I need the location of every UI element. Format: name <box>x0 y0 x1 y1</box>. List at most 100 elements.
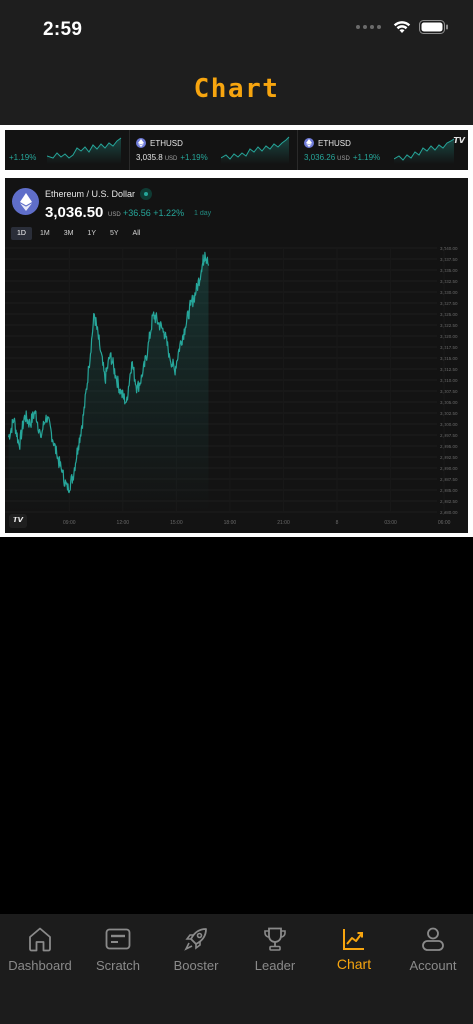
nav-item-account[interactable]: Account <box>394 914 472 984</box>
x-tick-label: 06:00 <box>438 520 451 526</box>
ticker-change: +1.19% <box>180 153 208 162</box>
x-tick-label: 03:00 <box>384 520 397 526</box>
ticker-price: 3,035.8 USD +1.19% <box>136 153 208 162</box>
ticker-price-value: 3,036.26 <box>304 153 336 162</box>
page-title: Chart <box>193 74 280 104</box>
price-change-pct: +1.22% <box>153 208 185 218</box>
y-tick-label: 3,007.50 <box>440 389 458 394</box>
price-change-abs: +36.56 <box>123 208 151 218</box>
x-tick-label: 12:00 <box>117 520 130 526</box>
chart-card: Ethereum / U.S. Dollar 3,036.50 USD +36.… <box>5 178 468 533</box>
ticker-change: +1.19% <box>352 153 381 162</box>
range-1y-button[interactable]: 1Y <box>81 227 102 240</box>
y-tick-label: 2,992.50 <box>440 455 458 460</box>
x-tick-label: 18:00 <box>224 520 237 526</box>
y-tick-label: 3,005.00 <box>440 400 458 405</box>
y-tick-label: 2,997.50 <box>440 433 458 438</box>
nav-item-leader[interactable]: Leader <box>236 914 314 984</box>
nav-item-dashboard[interactable]: Dashboard <box>1 914 79 984</box>
market-open-indicator <box>140 188 152 200</box>
ethereum-icon <box>136 138 146 148</box>
y-tick-label: 3,000.00 <box>440 422 458 427</box>
ticker-unit: USD <box>164 156 178 162</box>
y-tick-label: 2,987.50 <box>440 477 458 482</box>
status-time: 2:59 <box>43 19 83 40</box>
ethereum-logo-icon <box>12 188 39 215</box>
rocket-icon <box>183 925 209 953</box>
y-tick-label: 2,982.50 <box>440 499 458 504</box>
cellular-signal-icon <box>356 25 381 29</box>
nav-item-booster[interactable]: Booster <box>157 914 235 984</box>
tradingview-logo-icon[interactable]: 𝙏𝙑 <box>453 136 465 145</box>
card-icon <box>105 925 131 953</box>
chart-widget: Ethereum / U.S. Dollar 3,036.50 USD +36.… <box>0 175 473 537</box>
y-tick-label: 3,037.50 <box>440 257 458 262</box>
nav-label: Leader <box>254 958 296 973</box>
range-1m-button[interactable]: 1M <box>34 227 56 240</box>
x-tick-label: 09:00 <box>63 520 76 526</box>
nav-label: Scratch <box>95 958 141 973</box>
y-tick-label: 3,015.00 <box>440 356 458 361</box>
user-icon <box>421 925 445 953</box>
range-5y-button[interactable]: 5Y <box>104 227 125 240</box>
ticker-symbol: ETHUSD <box>304 138 351 148</box>
nav-item-scratch[interactable]: Scratch <box>79 914 157 984</box>
range-3m-button[interactable]: 3M <box>58 227 80 240</box>
ticker-symbol: ETHUSD <box>136 138 183 148</box>
ticker-inner: +1.19% ETHUSD 3,035.8 USD +1.19% ETHUSD … <box>5 130 468 170</box>
x-tick-label: 8 <box>336 520 339 526</box>
y-tick-label: 3,040.00 <box>440 246 458 251</box>
ticker-sparkline <box>394 138 454 164</box>
range-all-button[interactable]: All <box>127 227 147 240</box>
y-tick-label: 3,022.50 <box>440 323 458 328</box>
nav-item-chart[interactable]: Chart <box>315 914 393 984</box>
pair-name: Ethereum / U.S. Dollar <box>45 189 136 199</box>
y-tick-label: 3,030.00 <box>440 290 458 295</box>
ticker-item[interactable]: ETHUSD 3,035.8 USD +1.19% <box>130 130 298 170</box>
price-period: 1 day <box>194 210 212 217</box>
nav-label: Dashboard <box>8 958 72 973</box>
y-tick-label: 3,025.00 <box>440 312 458 317</box>
ticker-price: 3,036.26 USD +1.19% <box>304 153 380 162</box>
y-tick-label: 2,980.00 <box>440 510 458 515</box>
nav-label: Booster <box>173 958 219 973</box>
ticker-item[interactable]: ETHUSD 3,036.26 USD +1.19% 𝙏𝙑 <box>298 130 468 170</box>
bottom-navigation: Dashboard Scratch Booster Leader Chart A… <box>0 914 473 1024</box>
range-1d-button[interactable]: 1D <box>11 227 32 240</box>
ticker-change: +1.19% <box>9 153 37 162</box>
tradingview-logo-icon[interactable]: 𝙏𝙑 <box>9 514 27 528</box>
current-price: 3,036.50 <box>45 204 104 221</box>
y-tick-label: 3,032.50 <box>440 279 458 284</box>
x-tick-label: 15:00 <box>170 520 183 526</box>
y-tick-label: 3,010.00 <box>440 378 458 383</box>
ticker-item[interactable]: +1.19% <box>5 130 130 170</box>
y-tick-label: 3,020.00 <box>440 334 458 339</box>
y-tick-label: 3,035.00 <box>440 268 458 273</box>
ticker-sparkline <box>221 136 290 164</box>
y-tick-label: 2,990.00 <box>440 466 458 471</box>
y-tick-label: 2,995.00 <box>440 444 458 449</box>
app-screen: 2:59 Chart +1.19% ETHUSD 3,035.8 USD +1.… <box>0 0 473 1024</box>
ethereum-icon <box>304 138 314 148</box>
ticker-price-value: 3,035.8 <box>136 153 163 162</box>
price-change: +36.56 +1.22% <box>123 208 184 218</box>
wifi-icon <box>393 21 411 33</box>
battery-icon <box>419 20 448 34</box>
ticker-price: +1.19% <box>9 153 36 162</box>
status-icons <box>356 20 449 34</box>
price-area <box>8 252 209 512</box>
home-icon <box>28 925 52 953</box>
ticker-unit: USD <box>337 156 350 162</box>
y-tick-label: 2,985.00 <box>440 488 458 493</box>
ticker-symbol-label: ETHUSD <box>150 138 183 148</box>
range-selector: 1D 1M 3M 1Y 5Y All <box>11 227 146 240</box>
nav-label: Account <box>409 958 457 973</box>
x-tick-label: 21:00 <box>277 520 290 526</box>
price-chart[interactable]: 2,980.00 2,982.50 2,985.00 2,987.50 2,990.00… <box>5 246 468 533</box>
nav-label: Chart <box>336 956 372 972</box>
chart-trend-icon <box>341 925 367 953</box>
ticker-sparkline <box>47 137 122 164</box>
trophy-icon <box>262 925 288 953</box>
y-tick-label: 3,017.50 <box>440 345 458 350</box>
ticker-tape: +1.19% ETHUSD 3,035.8 USD +1.19% ETHUSD … <box>0 125 473 175</box>
